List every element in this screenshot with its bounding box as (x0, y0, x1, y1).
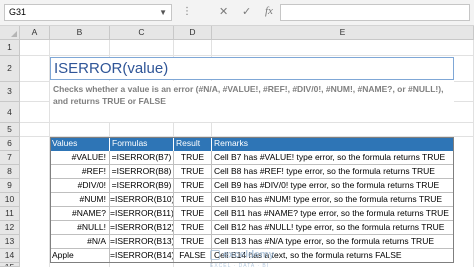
column-header-d[interactable]: D (174, 26, 212, 40)
fx-icon[interactable]: fx (265, 5, 273, 17)
cancel-icon[interactable]: ✕ (219, 5, 228, 18)
cell-remark[interactable]: Cell B13 has #N/A type error, so the for… (212, 235, 454, 249)
column-header-c[interactable]: C (110, 26, 174, 40)
cell-result[interactable]: TRUE (174, 151, 212, 165)
cell-value[interactable]: #REF! (50, 165, 110, 179)
row-header-15[interactable]: 15 (0, 263, 20, 267)
row-header-3[interactable]: 3 (0, 82, 20, 102)
cell-remark[interactable]: Cell B10 has #NUM! type error, so the fo… (212, 193, 454, 207)
row-header-11[interactable]: 11 (0, 207, 20, 221)
exceldemy-logo-icon (210, 250, 220, 260)
cell-value[interactable]: #N/A (50, 235, 110, 249)
cell-formula[interactable]: =ISERROR(B11) (110, 207, 174, 221)
cell-formula[interactable]: =ISERROR(B7) (110, 151, 174, 165)
page-title: ISERROR(value) (50, 57, 454, 80)
cell-remark[interactable]: Cell B8 has #REF! type error, so the for… (212, 165, 454, 179)
select-all-button[interactable] (0, 26, 20, 40)
row-header-1[interactable]: 1 (0, 40, 20, 56)
row-header-4[interactable]: 4 (0, 102, 20, 123)
cell-remark[interactable]: Cell B7 has #VALUE! type error, so the f… (212, 151, 454, 165)
cell-value[interactable]: #VALUE! (50, 151, 110, 165)
cell-value[interactable]: #DIV/0! (50, 179, 110, 193)
cell-formula[interactable]: =ISERROR(B10) (110, 193, 174, 207)
cell-formula[interactable]: =ISERROR(B14) (110, 249, 174, 263)
header-result: Result (174, 137, 212, 151)
header-remarks: Remarks (212, 137, 454, 151)
cell-result[interactable]: TRUE (174, 207, 212, 221)
cell-value[interactable]: #NUM! (50, 193, 110, 207)
cell-result[interactable]: TRUE (174, 165, 212, 179)
cell-value[interactable]: #NAME? (50, 207, 110, 221)
row-header-12[interactable]: 12 (0, 221, 20, 235)
chevron-down-icon[interactable]: ▼ (159, 5, 167, 20)
watermark: exceldemy EXCEL · DATA · BI (210, 249, 360, 269)
enter-icon[interactable]: ✓ (242, 5, 251, 18)
cell-result[interactable]: TRUE (174, 221, 212, 235)
row-header-10[interactable]: 10 (0, 193, 20, 207)
header-formulas: Formulas (110, 137, 174, 151)
header-values: Values (50, 137, 110, 151)
formula-input[interactable] (280, 4, 470, 21)
row-header-8[interactable]: 8 (0, 165, 20, 179)
row-header-2[interactable]: 2 (0, 56, 20, 82)
row-header-9[interactable]: 9 (0, 179, 20, 193)
function-description: Checks whether a value is an error (#N/A… (50, 81, 454, 122)
gridline (20, 55, 474, 56)
formula-bar: G31 ▼ ⋮ ✕ ✓ fx (0, 0, 474, 26)
row-header-13[interactable]: 13 (0, 235, 20, 249)
column-header-e[interactable]: E (212, 26, 474, 40)
row-header-14[interactable]: 14 (0, 249, 20, 263)
watermark-tagline: EXCEL · DATA · BI (210, 262, 270, 269)
name-box[interactable]: G31 ▼ (4, 4, 172, 21)
cell-result[interactable]: FALSE (174, 249, 212, 263)
cell-result[interactable]: TRUE (174, 179, 212, 193)
name-box-value: G31 (9, 7, 27, 17)
cell-result[interactable]: TRUE (174, 193, 212, 207)
cell-value[interactable]: Apple (50, 249, 110, 263)
cell-remark[interactable]: Cell B9 has #DIV/0! type error, so the f… (212, 179, 454, 193)
row-header-5[interactable]: 5 (0, 123, 20, 137)
row-header-7[interactable]: 7 (0, 151, 20, 165)
cell-formula[interactable]: =ISERROR(B13) (110, 235, 174, 249)
cell-remark[interactable]: Cell B11 has #NAME? type error, so the f… (212, 207, 454, 221)
cell-result[interactable]: TRUE (174, 235, 212, 249)
column-header-a[interactable]: A (20, 26, 50, 40)
cell-formula[interactable]: =ISERROR(B8) (110, 165, 174, 179)
cell-remark[interactable]: Cell B12 has #NULL! type error, so the f… (212, 221, 454, 235)
more-options-icon[interactable]: ⋮ (182, 6, 193, 17)
gridline (20, 122, 474, 123)
cell-value[interactable]: #NULL! (50, 221, 110, 235)
column-header-b[interactable]: B (50, 26, 110, 40)
row-header-6[interactable]: 6 (0, 137, 20, 151)
watermark-brand: exceldemy (223, 249, 275, 261)
cell-formula[interactable]: =ISERROR(B9) (110, 179, 174, 193)
worksheet-grid[interactable]: A B C D E 1 2 3 4 5 6 7 8 9 10 11 12 13 … (0, 26, 474, 269)
cell-formula[interactable]: =ISERROR(B12) (110, 221, 174, 235)
